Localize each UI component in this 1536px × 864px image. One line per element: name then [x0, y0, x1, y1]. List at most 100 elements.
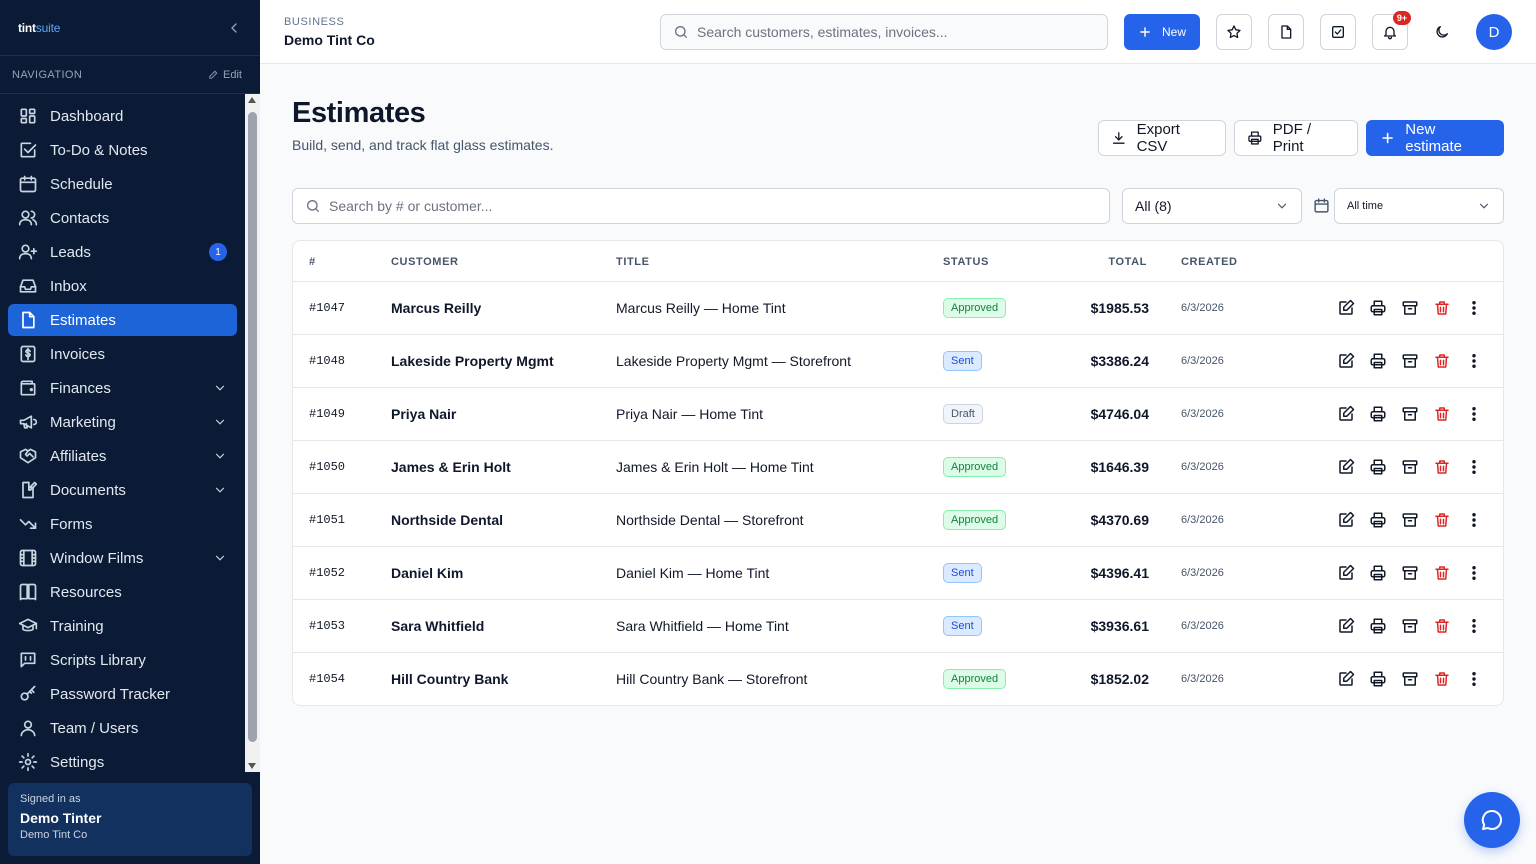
sidebar-item-to-do-notes[interactable]: To-Do & Notes [8, 134, 237, 166]
sidebar-item-finances[interactable]: Finances [8, 372, 237, 404]
estimate-number[interactable]: #1050 [309, 441, 345, 493]
printer-icon[interactable] [1369, 458, 1387, 476]
sidebar-item-affiliates[interactable]: Affiliates [8, 440, 237, 472]
notes-button[interactable] [1268, 14, 1304, 50]
customer-name[interactable]: Priya Nair [391, 388, 456, 440]
theme-toggle-button[interactable] [1424, 14, 1460, 50]
edit-icon[interactable] [1337, 299, 1355, 317]
estimate-search[interactable] [292, 188, 1110, 224]
trash-icon[interactable] [1433, 458, 1451, 476]
sidebar-item-inbox[interactable]: Inbox [8, 270, 237, 302]
signed-in-card[interactable]: Signed in as Demo Tinter Demo Tint Co [8, 783, 252, 856]
customer-name[interactable]: Hill Country Bank [391, 653, 508, 705]
archive-icon[interactable] [1401, 352, 1419, 370]
scrollbar-thumb[interactable] [248, 112, 257, 742]
notifications-button[interactable]: 9+ [1372, 11, 1411, 50]
sidebar-item-leads[interactable]: Leads 1 [8, 236, 237, 268]
printer-icon[interactable] [1369, 405, 1387, 423]
estimate-number[interactable]: #1051 [309, 494, 345, 546]
edit-icon[interactable] [1337, 352, 1355, 370]
chevron-down-icon[interactable] [213, 483, 227, 497]
customer-name[interactable]: Sara Whitfield [391, 600, 484, 652]
sidebar-item-contacts[interactable]: Contacts [8, 202, 237, 234]
trash-icon[interactable] [1433, 352, 1451, 370]
more-vertical-icon[interactable] [1465, 458, 1483, 476]
trash-icon[interactable] [1433, 670, 1451, 688]
estimate-number[interactable]: #1053 [309, 600, 345, 652]
more-vertical-icon[interactable] [1465, 405, 1483, 423]
table-row[interactable]: #1053 Sara Whitfield Sara Whitfield — Home… [293, 600, 1503, 653]
sidebar-item-marketing[interactable]: Marketing [8, 406, 237, 438]
more-vertical-icon[interactable] [1465, 299, 1483, 317]
table-row[interactable]: #1051 Northside Dental Northside Dental — … [293, 494, 1503, 547]
trash-icon[interactable] [1433, 564, 1451, 582]
table-row[interactable]: #1048 Lakeside Property Mgmt Lakeside Prop… [293, 335, 1503, 388]
customer-name[interactable]: Marcus Reilly [391, 282, 481, 334]
sidebar-item-training[interactable]: Training [8, 610, 237, 642]
scroll-up-icon[interactable] [248, 97, 256, 103]
chevron-down-icon[interactable] [213, 551, 227, 565]
trash-icon[interactable] [1433, 405, 1451, 423]
printer-icon[interactable] [1369, 352, 1387, 370]
customer-name[interactable]: Northside Dental [391, 494, 503, 546]
customer-name[interactable]: James & Erin Holt [391, 441, 511, 493]
sidebar-item-scripts-library[interactable]: Scripts Library [8, 644, 237, 676]
new-button[interactable]: New [1124, 14, 1200, 50]
date-filter-select[interactable]: All time [1334, 188, 1504, 224]
collapse-sidebar-icon[interactable] [226, 20, 242, 36]
chevron-down-icon[interactable] [213, 415, 227, 429]
edit-icon[interactable] [1337, 511, 1355, 529]
more-vertical-icon[interactable] [1465, 670, 1483, 688]
trash-icon[interactable] [1433, 511, 1451, 529]
pdf-print-button[interactable]: PDF / Print [1234, 120, 1358, 156]
table-row[interactable]: #1050 James & Erin Holt James & Erin Holt … [293, 441, 1503, 494]
estimate-number[interactable]: #1049 [309, 388, 345, 440]
sidebar-item-forms[interactable]: Forms [8, 508, 237, 540]
archive-icon[interactable] [1401, 458, 1419, 476]
avatar[interactable]: D [1476, 14, 1512, 50]
export-csv-button[interactable]: Export CSV [1098, 120, 1226, 156]
estimate-number[interactable]: #1054 [309, 653, 345, 705]
global-search-input[interactable] [697, 24, 1097, 40]
edit-icon[interactable] [1337, 670, 1355, 688]
tasks-button[interactable] [1320, 14, 1356, 50]
more-vertical-icon[interactable] [1465, 352, 1483, 370]
table-row[interactable]: #1054 Hill Country Bank Hill Country Bank … [293, 653, 1503, 705]
sidebar-item-resources[interactable]: Resources [8, 576, 237, 608]
sidebar-item-schedule[interactable]: Schedule [8, 168, 237, 200]
favorites-button[interactable] [1216, 14, 1252, 50]
estimate-number[interactable]: #1048 [309, 335, 345, 387]
edit-icon[interactable] [1337, 405, 1355, 423]
printer-icon[interactable] [1369, 617, 1387, 635]
more-vertical-icon[interactable] [1465, 564, 1483, 582]
estimate-number[interactable]: #1047 [309, 282, 345, 334]
trash-icon[interactable] [1433, 617, 1451, 635]
printer-icon[interactable] [1369, 511, 1387, 529]
sidebar-item-settings[interactable]: Settings [8, 746, 237, 778]
more-vertical-icon[interactable] [1465, 511, 1483, 529]
scroll-down-icon[interactable] [248, 763, 256, 769]
archive-icon[interactable] [1401, 511, 1419, 529]
printer-icon[interactable] [1369, 564, 1387, 582]
table-row[interactable]: #1049 Priya Nair Priya Nair — Home Tint Dra… [293, 388, 1503, 441]
printer-icon[interactable] [1369, 670, 1387, 688]
edit-icon[interactable] [1337, 458, 1355, 476]
chevron-down-icon[interactable] [213, 449, 227, 463]
sidebar-item-team-users[interactable]: Team / Users [8, 712, 237, 744]
global-search[interactable] [660, 14, 1108, 50]
estimate-number[interactable]: #1052 [309, 547, 345, 599]
archive-icon[interactable] [1401, 670, 1419, 688]
chevron-down-icon[interactable] [213, 381, 227, 395]
sidebar-item-estimates[interactable]: Estimates [8, 304, 237, 336]
edit-nav-button[interactable]: Edit [208, 69, 242, 81]
status-filter-select[interactable]: All (8) [1122, 188, 1302, 224]
sidebar-item-password-tracker[interactable]: Password Tracker [8, 678, 237, 710]
brand-logo[interactable]: tintsuite [18, 21, 60, 35]
table-row[interactable]: #1047 Marcus Reilly Marcus Reilly — Home T… [293, 282, 1503, 335]
archive-icon[interactable] [1401, 405, 1419, 423]
table-row[interactable]: #1052 Daniel Kim Daniel Kim — Home Tint Sen… [293, 547, 1503, 600]
new-estimate-button[interactable]: New estimate [1366, 120, 1504, 156]
edit-icon[interactable] [1337, 617, 1355, 635]
sidebar-scrollbar[interactable] [245, 94, 260, 772]
sidebar-item-invoices[interactable]: Invoices [8, 338, 237, 370]
